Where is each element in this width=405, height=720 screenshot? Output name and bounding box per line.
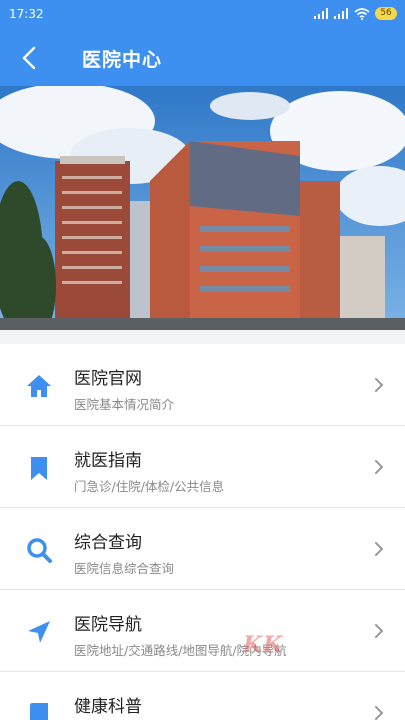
- menu-item-title: 就医指南: [74, 451, 142, 471]
- chevron-right-icon: [375, 542, 383, 556]
- status-bar: 17:32 56: [0, 0, 405, 30]
- menu-item-health-science[interactable]: 健康科普: [0, 672, 405, 720]
- chevron-right-icon: [375, 706, 383, 720]
- status-icons: 56: [314, 7, 397, 20]
- bookmark-icon: [31, 457, 47, 480]
- status-time: 17:32: [9, 7, 44, 21]
- hospital-banner-image: [0, 86, 405, 330]
- chevron-right-icon: [375, 378, 383, 392]
- signal-icon: [334, 8, 348, 19]
- chevron-right-icon: [375, 624, 383, 638]
- search-icon: [27, 538, 52, 563]
- menu-item-title: 医院官网: [74, 369, 142, 389]
- menu-item-medical-guide[interactable]: 就医指南 门急诊/住院/体检/公共信息: [0, 426, 405, 508]
- battery-icon: 56: [375, 7, 397, 20]
- nav-bar: 医院中心: [0, 30, 405, 86]
- menu-list: 医院官网 医院基本情况简介 就医指南 门急诊/住院/体检/公共信息 综合查询 医…: [0, 344, 405, 720]
- menu-item-subtitle: 医院基本情况简介: [74, 397, 175, 412]
- menu-item-subtitle: 门急诊/住院/体检/公共信息: [74, 479, 225, 494]
- menu-item-title: 综合查询: [74, 533, 142, 553]
- page-title: 医院中心: [82, 49, 163, 71]
- chevron-right-icon: [375, 460, 383, 474]
- menu-item-hospital-website[interactable]: 医院官网 医院基本情况简介: [0, 344, 405, 426]
- menu-item-subtitle: 医院地址/交通路线/地图导航/院内导航: [74, 643, 287, 658]
- menu-item-hospital-navigation[interactable]: 医院导航 医院地址/交通路线/地图导航/院内导航: [0, 590, 405, 672]
- wifi-icon: [354, 7, 370, 20]
- chevron-left-icon: [22, 46, 36, 70]
- signal-icon: [314, 8, 328, 19]
- menu-item-subtitle: 医院信息综合查询: [74, 561, 175, 576]
- back-button[interactable]: [10, 38, 50, 78]
- book-icon: [30, 703, 48, 720]
- menu-item-title: 健康科普: [74, 697, 142, 717]
- menu-item-title: 医院导航: [74, 615, 142, 635]
- menu-item-general-query[interactable]: 综合查询 医院信息综合查询: [0, 508, 405, 590]
- navigation-arrow-icon: [28, 621, 50, 643]
- home-icon: [27, 375, 51, 397]
